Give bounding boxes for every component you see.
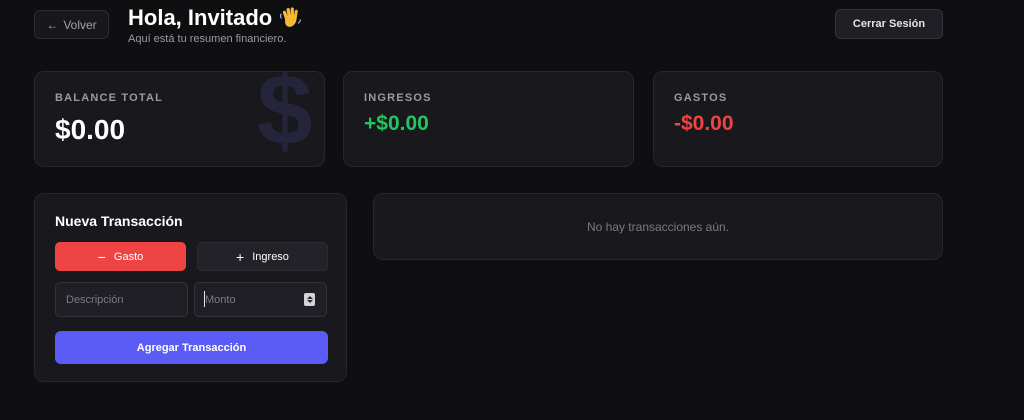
back-button-label: Volver <box>63 17 97 32</box>
add-transaction-button[interactable]: Agregar Transacción <box>55 331 328 364</box>
page-title: Hola, Invitado <box>128 4 304 31</box>
new-transaction-card: Nueva Transacción − Gasto + Ingreso Agre… <box>34 193 347 382</box>
balance-card: $ BALANCE TOTAL $0.00 <box>34 71 325 167</box>
text-cursor <box>204 291 205 307</box>
expense-type-label: Gasto <box>113 250 144 263</box>
expenses-value: -$0.00 <box>674 112 734 135</box>
transactions-list: No hay transacciones aún. <box>373 193 943 260</box>
plus-icon: + <box>236 248 245 265</box>
income-label: INGRESOS <box>364 92 432 104</box>
expenses-card: GASTOS -$0.00 <box>653 71 943 167</box>
expense-type-button[interactable]: − Gasto <box>55 242 186 271</box>
stepper-up-icon[interactable] <box>306 296 313 299</box>
income-card: INGRESOS +$0.00 <box>343 71 634 167</box>
income-value: +$0.00 <box>364 112 429 135</box>
stepper-down-icon[interactable] <box>306 300 313 303</box>
balance-label: BALANCE TOTAL <box>55 92 164 104</box>
greeting-text: Hola, Invitado <box>128 5 273 30</box>
form-title: Nueva Transacción <box>55 213 183 229</box>
page-subtitle: Aquí está tu resumen financiero. <box>128 33 287 45</box>
amount-stepper[interactable] <box>304 293 315 306</box>
empty-state-message: No hay transacciones aún. <box>586 220 730 234</box>
greeting-block: Hola, Invitado Aquí está tu resumen fina… <box>128 4 304 45</box>
description-input[interactable] <box>55 282 188 317</box>
minus-icon: − <box>97 248 106 265</box>
income-type-label: Ingreso <box>252 250 289 263</box>
arrow-left-icon: ← <box>46 17 59 32</box>
back-button[interactable]: ← Volver <box>34 10 109 39</box>
balance-value: $0.00 <box>55 114 126 145</box>
dollar-sign-icon: $ <box>257 71 313 166</box>
waving-hand-icon <box>280 6 302 27</box>
logout-button[interactable]: Cerrar Sesión <box>835 9 943 39</box>
expenses-label: GASTOS <box>674 92 728 104</box>
income-type-button[interactable]: + Ingreso <box>197 242 328 271</box>
dashboard-page: ← Volver Hola, Invitado Aquí está tu res… <box>0 0 1024 420</box>
